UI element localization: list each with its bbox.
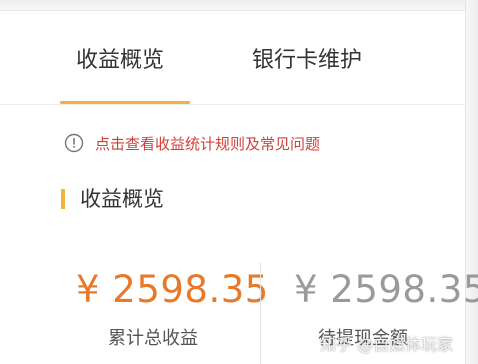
tab-bank-card-maintenance[interactable]: 银行卡维护	[252, 44, 362, 78]
pending-withdrawal-value: ¥ 2598.35	[294, 268, 478, 311]
tab-earnings-overview[interactable]: 收益概览	[76, 44, 164, 78]
earnings-screen: 收益概览 银行卡维护 点击查看收益统计规则及常见问题 收益概览 ¥ 2598.3…	[0, 0, 478, 364]
top-edge	[0, 0, 478, 11]
pending-withdrawal-label: 待提现金额	[318, 328, 408, 349]
section-title: 收益概览	[80, 187, 164, 211]
tabs-divider	[0, 104, 466, 105]
rules-faq-link[interactable]: 点击查看收益统计规则及常见问题	[64, 132, 320, 154]
stats-divider	[260, 262, 261, 364]
section-accent-bar	[61, 189, 65, 209]
total-earnings-value: ¥ 2598.35	[76, 268, 269, 311]
info-icon	[64, 133, 84, 153]
total-earnings-label: 累计总收益	[108, 328, 198, 349]
rules-faq-text: 点击查看收益统计规则及常见问题	[95, 134, 321, 153]
